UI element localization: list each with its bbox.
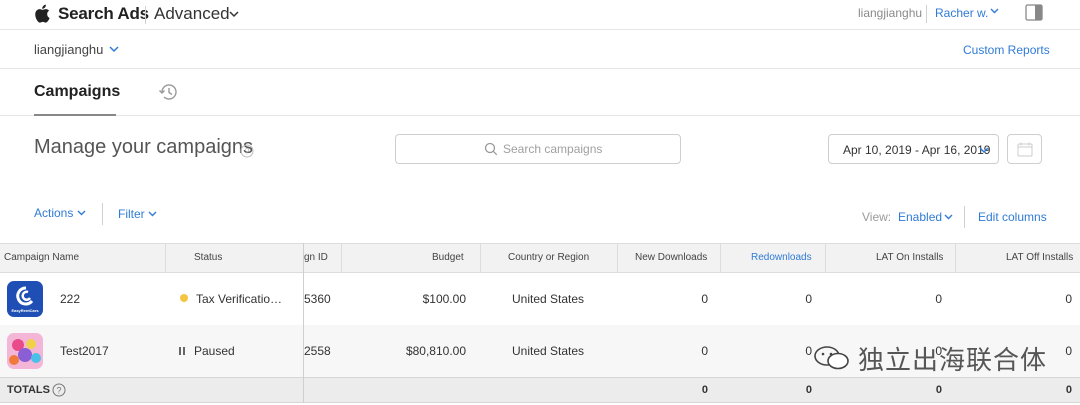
custom-reports-link[interactable]: Custom Reports — [963, 43, 1050, 57]
campaign-name-link[interactable]: Test2017 — [60, 344, 109, 358]
column-header-campaign-id[interactable]: gn ID — [304, 252, 328, 263]
table-row[interactable]: EasyRentCars 222 Tax Verificatio… 5360 $… — [0, 273, 1080, 325]
sidebar-toggle-icon[interactable] — [1025, 4, 1043, 21]
svg-text:?: ? — [56, 386, 61, 396]
column-divider — [165, 244, 166, 273]
help-icon[interactable]: ? — [52, 383, 66, 397]
lat-off-value: 0 — [1065, 292, 1072, 306]
column-divider — [955, 244, 956, 273]
active-tab-indicator — [34, 114, 116, 116]
search-campaigns-input[interactable]: Search campaigns — [395, 134, 681, 164]
app-icon-text: EasyRentCars — [11, 308, 39, 313]
total-redownloads: 0 — [805, 384, 812, 396]
frozen-column-divider — [303, 243, 304, 403]
column-header-lat-on[interactable]: LAT On Installs — [876, 252, 943, 263]
chevron-down-icon[interactable] — [148, 211, 157, 217]
calendar-icon — [1017, 142, 1033, 157]
column-header-new-downloads[interactable]: New Downloads — [635, 252, 707, 263]
column-header-country[interactable]: Country or Region — [508, 252, 589, 263]
total-lat-off: 0 — [1065, 384, 1072, 396]
user-menu[interactable]: Racher w. — [935, 6, 988, 20]
column-header-lat-off[interactable]: LAT Off Installs — [1006, 252, 1073, 263]
campaign-id: 5360 — [304, 292, 331, 306]
wechat-icon — [814, 346, 849, 370]
app-root: Search Ads Advanced liangjianghu Racher … — [0, 0, 1080, 405]
divider — [964, 206, 965, 228]
app-icon: EasyRentCars — [7, 281, 43, 317]
chevron-down-icon[interactable] — [109, 46, 119, 53]
view-label: View: — [862, 210, 892, 224]
account-selector[interactable]: liangjianghu — [34, 42, 103, 57]
country-value: United States — [512, 344, 585, 358]
chevron-down-icon[interactable] — [77, 210, 86, 216]
budget-value: $100.00 — [422, 292, 466, 306]
divider — [145, 6, 146, 24]
campaign-id: 2558 — [304, 344, 331, 358]
campaign-name-link[interactable]: 222 — [60, 292, 80, 306]
column-header-campaign-name[interactable]: Campaign Name — [4, 252, 79, 263]
help-icon[interactable]: ? — [240, 144, 254, 158]
mode-switcher[interactable]: Advanced — [154, 4, 230, 24]
candy-app-icon — [9, 339, 41, 365]
new-downloads-value: 0 — [701, 344, 708, 358]
history-icon[interactable] — [157, 82, 179, 102]
column-header-redownloads[interactable]: Redownloads — [751, 252, 812, 263]
tab-bar: Campaigns — [0, 70, 1080, 116]
date-range-value: Apr 10, 2019 - Apr 16, 2019 — [843, 143, 991, 157]
country-value: United States — [512, 292, 585, 306]
budget-value: $80,810.00 — [405, 344, 466, 358]
column-divider — [720, 244, 721, 273]
status-text: Paused — [194, 344, 235, 358]
new-downloads-value: 0 — [701, 292, 708, 306]
brand-title: Search Ads — [58, 4, 149, 23]
actions-menu[interactable]: Actions — [34, 206, 73, 220]
chevron-down-icon[interactable] — [990, 8, 999, 14]
column-divider — [480, 244, 481, 273]
edit-columns-link[interactable]: Edit columns — [978, 210, 1047, 224]
column-divider — [617, 244, 618, 273]
total-new-downloads: 0 — [701, 384, 708, 396]
column-divider — [341, 244, 342, 273]
top-bar: Search Ads Advanced liangjianghu Racher … — [0, 0, 1080, 30]
lat-on-value: 0 — [935, 292, 942, 306]
watermark-text: 独立出海联合体 — [858, 346, 1048, 376]
chevron-down-icon[interactable] — [944, 214, 953, 220]
status-warning-icon — [180, 294, 188, 302]
divider — [926, 5, 927, 23]
column-divider — [825, 244, 826, 273]
filter-menu[interactable]: Filter — [118, 207, 145, 221]
svg-text:?: ? — [244, 147, 249, 157]
totals-label: TOTALS — [7, 384, 50, 396]
status-text: Tax Verificatio… — [196, 292, 283, 306]
search-icon — [484, 142, 498, 156]
view-selector[interactable]: Enabled — [898, 210, 942, 224]
chevron-down-icon[interactable] — [229, 11, 239, 18]
tab-campaigns[interactable]: Campaigns — [34, 83, 120, 101]
total-lat-on: 0 — [935, 384, 942, 396]
page-title: Manage your campaigns — [34, 136, 254, 158]
search-placeholder: Search campaigns — [503, 142, 603, 156]
account-bar: liangjianghu Custom Reports — [0, 31, 1080, 69]
column-header-status[interactable]: Status — [194, 252, 222, 263]
column-header-budget[interactable]: Budget — [432, 252, 464, 263]
table-header: Campaign Name Status gn ID Budget Countr… — [0, 243, 1080, 273]
pause-icon — [179, 347, 186, 355]
calendar-button[interactable] — [1007, 134, 1042, 164]
apple-logo-icon — [35, 4, 50, 23]
account-user-label: liangjianghu — [858, 6, 923, 20]
redownloads-value: 0 — [805, 344, 812, 358]
totals-row: TOTALS ? 0 0 0 0 — [0, 377, 1080, 403]
redownloads-value: 0 — [805, 292, 812, 306]
chevron-down-icon — [979, 147, 989, 154]
app-icon — [7, 333, 43, 369]
date-range-picker[interactable]: Apr 10, 2019 - Apr 16, 2019 — [828, 134, 999, 164]
divider — [102, 203, 103, 225]
